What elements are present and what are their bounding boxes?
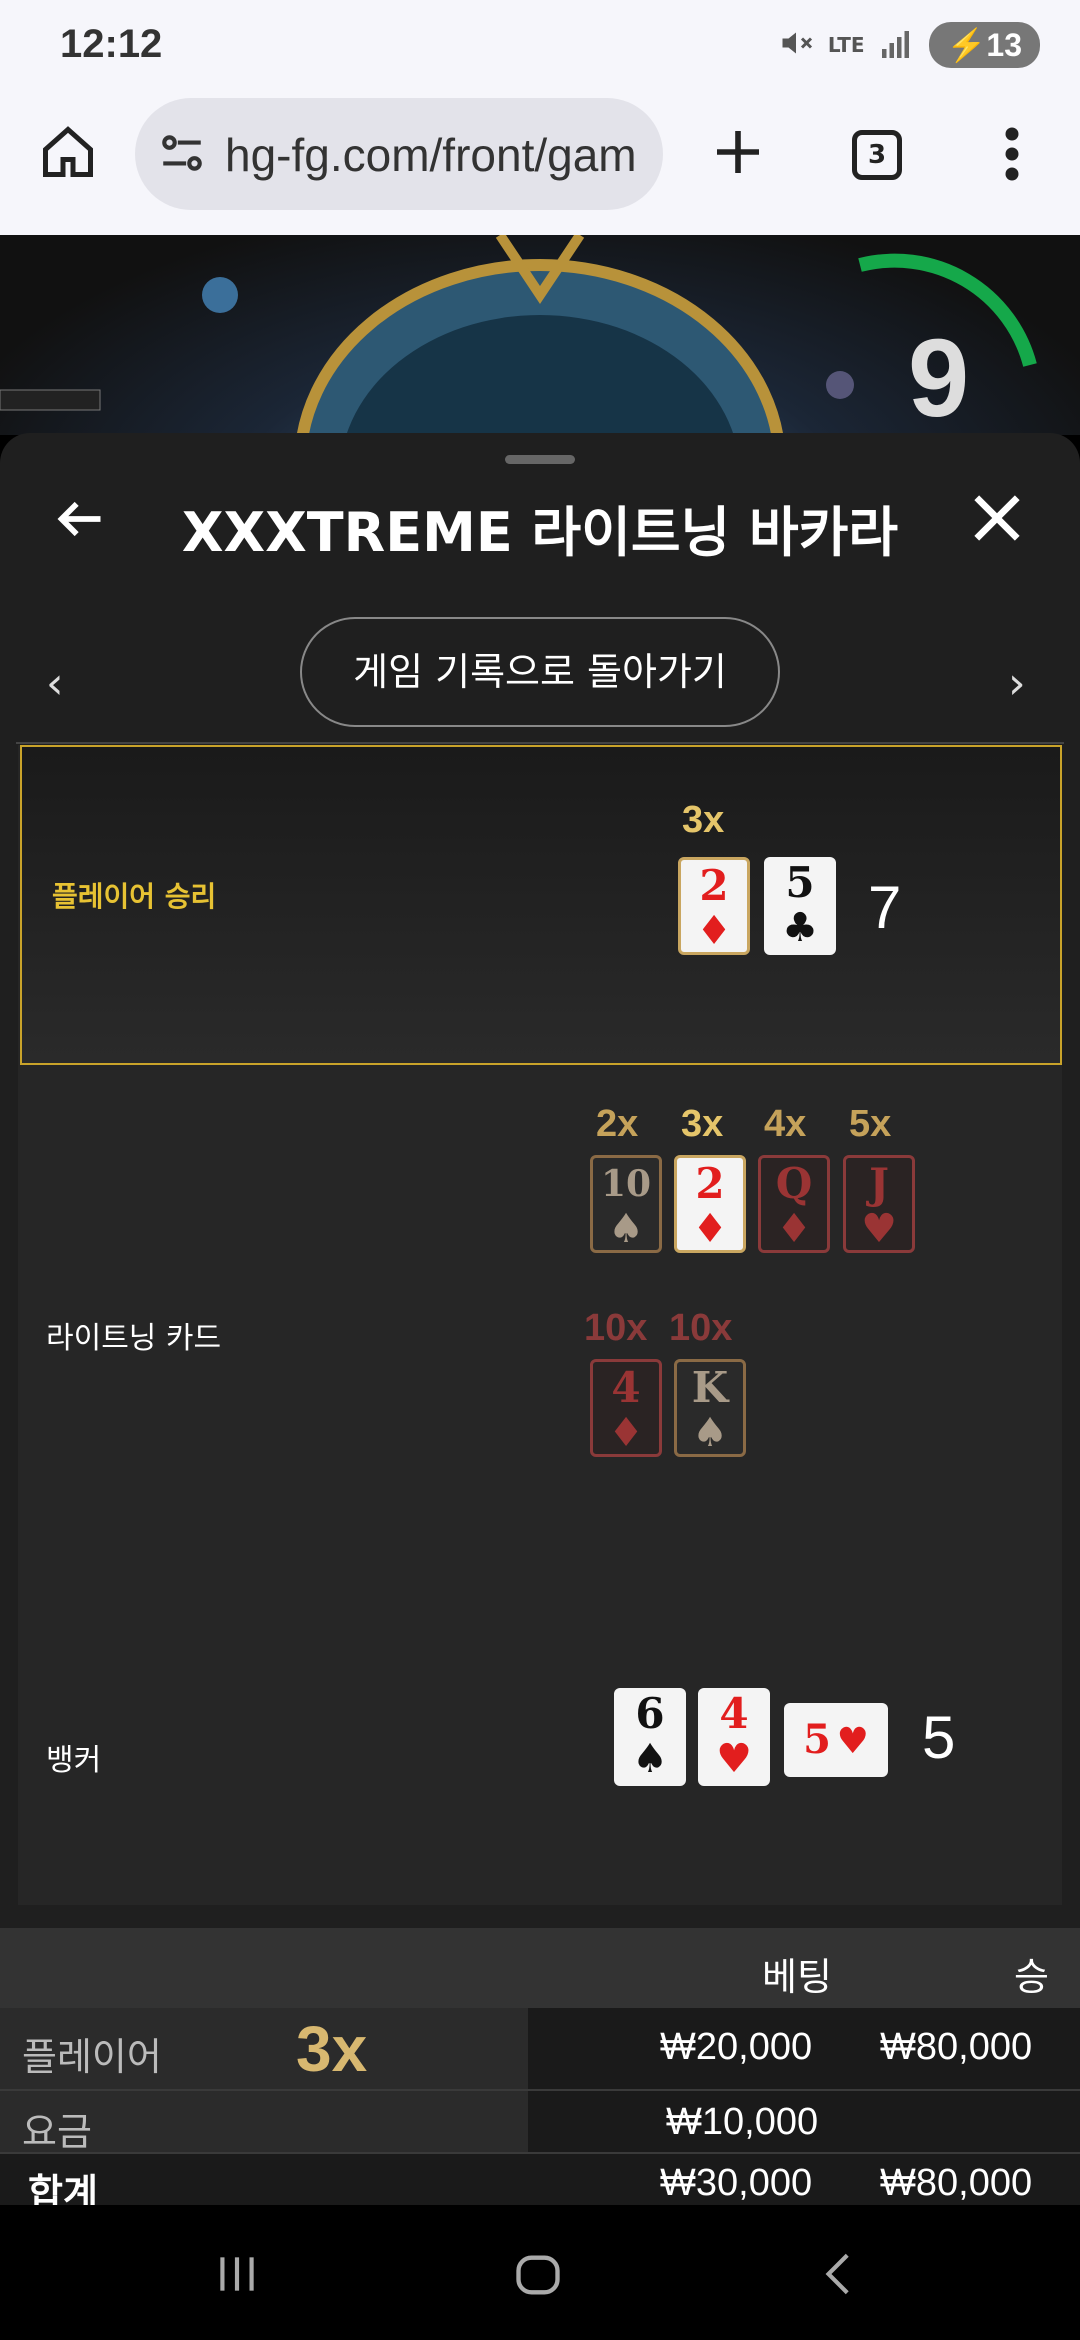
battery-level: 13 xyxy=(986,27,1022,63)
status-icons: LTE ⚡13 xyxy=(778,22,1040,68)
card-suit: ♥ xyxy=(836,1720,869,1762)
lte-icon: LTE xyxy=(827,33,865,57)
bet-column-header: 베팅 xyxy=(762,1957,832,1999)
card-suit: ♦ xyxy=(696,907,732,954)
lightning-multiplier: 5x xyxy=(849,1103,892,1145)
player-win-label: 플레이어 승리 xyxy=(52,880,217,913)
url-text[interactable]: hg-fg.com/front/gam xyxy=(225,128,637,182)
panel-title: XXXTREME 라이트닝 바카라 xyxy=(181,501,899,564)
row-win: ₩80,000 xyxy=(880,2162,1033,2204)
table-row: 플레이어 3x ₩20,000 ₩80,000 xyxy=(0,2008,1080,2091)
card-rank: 5 xyxy=(785,858,815,907)
card-suit: ♦ xyxy=(692,1205,728,1252)
lightning-multiplier: 4x xyxy=(764,1103,807,1145)
lightning-cards-label: 라이트닝 카드 xyxy=(46,1321,222,1356)
card-suit: ♠ xyxy=(692,1409,728,1456)
game-history-panel: XXXTREME 라이트닝 바카라 ‹ 게임 기록으로 돌아가기 › 플레이어 … xyxy=(0,433,1080,2205)
player-score: 7 xyxy=(868,874,902,941)
url-bar[interactable]: hg-fg.com/front/gam xyxy=(135,98,663,210)
lightning-card: Q ♦ xyxy=(758,1155,830,1253)
banker-score: 5 xyxy=(922,1704,956,1771)
lightning-multiplier: 3x xyxy=(681,1103,724,1145)
row-bet: ₩20,000 xyxy=(660,2026,813,2068)
recent-apps-icon[interactable] xyxy=(212,2249,262,2303)
card-suit: ♠ xyxy=(632,1735,668,1782)
card-suit: ♠ xyxy=(608,1205,644,1252)
banker-card-2: 4 ♥ xyxy=(698,1688,770,1786)
lightning-multiplier: 10x xyxy=(584,1307,648,1349)
lightning-multiplier: 2x xyxy=(596,1103,639,1145)
row-label: 플레이어 xyxy=(22,2037,162,2079)
drag-handle[interactable] xyxy=(505,455,575,464)
signal-icon xyxy=(879,25,915,65)
win-column-header: 승 xyxy=(1014,1957,1049,1999)
row-bet: ₩30,000 xyxy=(660,2162,813,2204)
row-label: 요금 xyxy=(22,2112,92,2154)
row-bet: ₩10,000 xyxy=(666,2101,819,2143)
battery-icon: ⚡13 xyxy=(928,22,1040,68)
game-video-background: 9 xyxy=(0,235,1080,435)
chevron-left-icon[interactable]: ‹ xyxy=(46,658,64,709)
player-card-1: 2 ♦ xyxy=(678,857,750,955)
card-rank: 6 xyxy=(635,1689,665,1738)
lightning-card: 2 ♦ xyxy=(674,1155,746,1253)
browser-toolbar: hg-fg.com/front/gam 3 xyxy=(0,90,1080,235)
home-icon[interactable] xyxy=(38,122,98,186)
card-suit: ♣ xyxy=(782,904,818,951)
banker-card-1: 6 ♠ xyxy=(614,1688,686,1786)
card-rank: Q xyxy=(775,1159,813,1208)
player-card-multiplier: 3x xyxy=(682,799,725,841)
status-bar: 12:12 LTE ⚡13 xyxy=(0,0,1080,90)
lightning-card: J ♥ xyxy=(843,1155,915,1253)
round-result: 플레이어 승리 3x 2 ♦ 5 ♣ 7 라이트닝 카드 2x 3x 4x 5x… xyxy=(18,745,1062,1905)
return-to-history-button[interactable]: 게임 기록으로 돌아가기 xyxy=(300,617,780,727)
home-nav-icon[interactable] xyxy=(512,2249,564,2305)
banker-card-3: 5 ♥ xyxy=(784,1703,888,1777)
row-multiplier: 3x xyxy=(296,2013,368,2085)
lightning-multiplier: 10x xyxy=(669,1307,733,1349)
more-menu-icon[interactable] xyxy=(1000,124,1024,188)
card-suit: ♥ xyxy=(716,1735,752,1782)
site-settings-icon[interactable] xyxy=(157,128,207,182)
system-nav-bar xyxy=(0,2205,1080,2340)
card-suit: ♦ xyxy=(776,1205,812,1252)
player-result-row: 플레이어 승리 3x 2 ♦ 5 ♣ 7 xyxy=(20,745,1062,1065)
back-nav-icon[interactable] xyxy=(816,2249,866,2303)
table-row: 요금 ₩10,000 xyxy=(0,2091,1080,2154)
card-rank: 4 xyxy=(719,1689,749,1738)
lightning-card: 4 ♦ xyxy=(590,1359,662,1457)
card-suit: ♥ xyxy=(861,1205,897,1252)
card-rank: K xyxy=(691,1363,729,1412)
divider xyxy=(16,742,1064,744)
status-time: 12:12 xyxy=(60,22,163,66)
mute-icon xyxy=(778,25,814,65)
lightning-card: 10 ♠ xyxy=(590,1155,662,1253)
table-row: 합계 ₩30,000 ₩80,000 xyxy=(0,2154,1080,2205)
close-icon[interactable] xyxy=(970,491,1024,549)
tab-switcher-button[interactable]: 3 xyxy=(852,130,902,180)
card-rank: 4 xyxy=(611,1363,641,1412)
banker-label: 뱅커 xyxy=(46,1743,102,1778)
card-rank: 2 xyxy=(699,861,729,910)
card-rank: J xyxy=(869,1159,889,1208)
chevron-right-icon[interactable]: › xyxy=(1008,658,1026,709)
lightning-card: K ♠ xyxy=(674,1359,746,1457)
card-rank: 2 xyxy=(695,1159,725,1208)
new-tab-icon[interactable] xyxy=(710,124,766,184)
card-rank: 5 xyxy=(803,1716,831,1763)
card-rank: 10 xyxy=(600,1163,652,1205)
player-card-2: 5 ♣ xyxy=(764,857,836,955)
row-win: ₩80,000 xyxy=(880,2026,1033,2068)
round-timer: 9 xyxy=(908,317,970,435)
bet-table-header: 베팅 승 xyxy=(0,1928,1080,2008)
card-suit: ♦ xyxy=(608,1409,644,1456)
row-label: 합계 xyxy=(28,2173,98,2205)
